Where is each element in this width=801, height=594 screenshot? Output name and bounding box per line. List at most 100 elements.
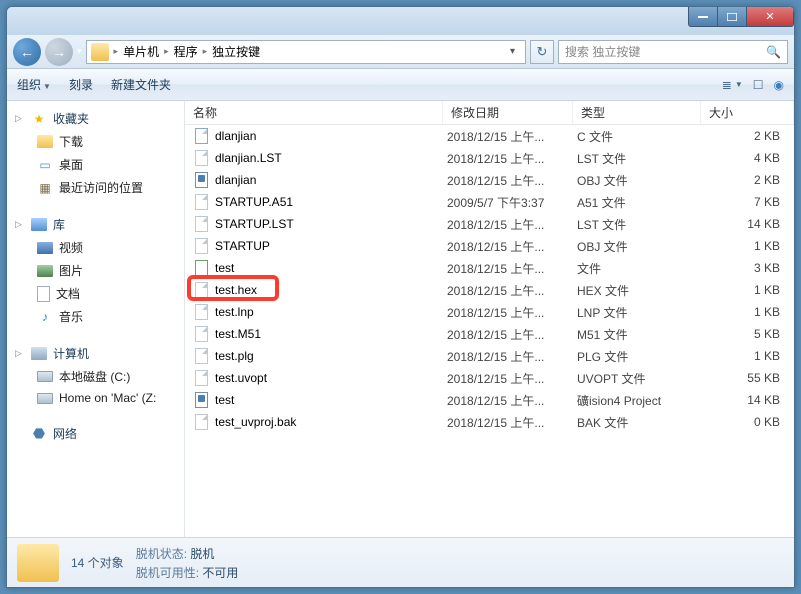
new-folder-button[interactable]: 新建文件夹 — [111, 76, 171, 93]
status-count: 14 个对象 — [71, 554, 124, 571]
sidebar-libraries-header[interactable]: ▷ 库 — [7, 213, 184, 236]
file-name: dlanjian.LST — [215, 151, 447, 165]
status-offline-state-label: 脱机状态: — [136, 547, 187, 561]
file-size: 1 KB — [705, 239, 794, 253]
collapse-icon: ▷ — [15, 348, 25, 359]
file-size: 2 KB — [705, 173, 794, 187]
search-placeholder: 搜索 独立按键 — [565, 43, 640, 60]
file-row[interactable]: dlanjian.LST2018/12/15 上午...LST 文件4 KB — [185, 147, 794, 169]
folder-icon — [37, 135, 53, 148]
file-list: dlanjian2018/12/15 上午...C 文件2 KBdlanjian… — [185, 125, 794, 537]
document-icon — [37, 286, 50, 302]
column-header-type[interactable]: 类型 — [573, 101, 701, 124]
file-row[interactable]: dlanjian2018/12/15 上午...OBJ 文件2 KB — [185, 169, 794, 191]
file-row[interactable]: test.plg2018/12/15 上午...PLG 文件1 KB — [185, 345, 794, 367]
organize-menu[interactable]: 组织▼ — [17, 76, 51, 93]
file-type: OBJ 文件 — [577, 172, 705, 189]
file-type: LST 文件 — [577, 216, 705, 233]
file-size: 2 KB — [705, 129, 794, 143]
file-row[interactable]: STARTUP.A512009/5/7 下午3:37A51 文件7 KB — [185, 191, 794, 213]
breadcrumb-part[interactable]: 单片机 — [119, 43, 163, 60]
refresh-button[interactable]: ↻ — [530, 40, 554, 64]
sidebar-item-music[interactable]: ♪音乐 — [7, 305, 184, 328]
breadcrumb-part[interactable]: 独立按键 — [208, 43, 264, 60]
file-type: A51 文件 — [577, 194, 705, 211]
toolbar: 组织▼ 刻录 新建文件夹 ≣ ▼ ☐ ◉ — [7, 69, 794, 101]
sidebar-computer-header[interactable]: ▷ 计算机 — [7, 342, 184, 365]
column-header-date[interactable]: 修改日期 — [443, 101, 573, 124]
sidebar-item-videos[interactable]: 视频 — [7, 236, 184, 259]
sidebar-item-pictures[interactable]: 图片 — [7, 259, 184, 282]
file-name: STARTUP — [215, 239, 447, 253]
file-name: test — [215, 393, 447, 407]
file-icon — [193, 238, 209, 254]
forward-button[interactable]: → — [45, 38, 73, 66]
burn-button[interactable]: 刻录 — [69, 76, 93, 93]
breadcrumb-part[interactable]: 程序 — [170, 43, 202, 60]
sidebar-item-local-disk[interactable]: 本地磁盘 (C:) — [7, 365, 184, 388]
recent-icon: ▦ — [37, 180, 53, 196]
collapse-icon: ▷ — [15, 219, 25, 230]
sidebar-item-documents[interactable]: 文档 — [7, 282, 184, 305]
back-button[interactable]: ← — [13, 38, 41, 66]
file-row[interactable]: test.lnp2018/12/15 上午...LNP 文件1 KB — [185, 301, 794, 323]
sidebar-favorites-header[interactable]: ▷ ★ 收藏夹 — [7, 107, 184, 130]
file-icon — [193, 304, 209, 320]
file-type: BAK 文件 — [577, 414, 705, 431]
file-row[interactable]: test.uvopt2018/12/15 上午...UVOPT 文件55 KB — [185, 367, 794, 389]
body: ▷ ★ 收藏夹 下载 ▭桌面 ▦最近访问的位置 ▷ 库 视频 图片 文档 ♪音乐… — [7, 101, 794, 537]
file-type: HEX 文件 — [577, 282, 705, 299]
file-size: 7 KB — [705, 195, 794, 209]
folder-large-icon — [17, 544, 59, 582]
titlebar: ✕ — [7, 7, 794, 35]
file-date: 2018/12/15 上午... — [447, 304, 577, 321]
file-date: 2018/12/15 上午... — [447, 260, 577, 277]
file-icon — [193, 282, 209, 298]
file-row[interactable]: test_uvproj.bak2018/12/15 上午...BAK 文件0 K… — [185, 411, 794, 433]
sidebar-network-header[interactable]: ⬣ 网络 — [7, 422, 184, 445]
file-row[interactable]: test2018/12/15 上午...礦ision4 Project14 KB — [185, 389, 794, 411]
file-icon — [193, 260, 209, 276]
file-date: 2018/12/15 上午... — [447, 326, 577, 343]
file-row[interactable]: STARTUP.LST2018/12/15 上午...LST 文件14 KB — [185, 213, 794, 235]
sidebar-item-mac-home[interactable]: Home on 'Mac' (Z: — [7, 388, 184, 408]
file-row[interactable]: test.M512018/12/15 上午...M51 文件5 KB — [185, 323, 794, 345]
file-date: 2018/12/15 上午... — [447, 370, 577, 387]
status-offline-avail-value: 不可用 — [202, 566, 238, 580]
star-icon: ★ — [31, 111, 47, 127]
file-type: PLG 文件 — [577, 348, 705, 365]
view-options-button[interactable]: ≣ ▼ — [722, 78, 743, 92]
maximize-button[interactable] — [717, 7, 747, 27]
file-date: 2018/12/15 上午... — [447, 128, 577, 145]
sidebar-item-downloads[interactable]: 下载 — [7, 130, 184, 153]
file-row[interactable]: dlanjian2018/12/15 上午...C 文件2 KB — [185, 125, 794, 147]
file-row[interactable]: test2018/12/15 上午...文件3 KB — [185, 257, 794, 279]
navbar: ← → ▾ ▸ 单片机 ▸ 程序 ▸ 独立按键 ▾ ↻ 搜索 独立按键 🔍 — [7, 35, 794, 69]
explorer-window: ✕ ← → ▾ ▸ 单片机 ▸ 程序 ▸ 独立按键 ▾ ↻ 搜索 独立按键 🔍 … — [6, 6, 795, 588]
file-name: test.plg — [215, 349, 447, 363]
history-dropdown-icon[interactable]: ▾ — [77, 46, 82, 57]
preview-pane-button[interactable]: ☐ — [753, 78, 764, 92]
column-header-name[interactable]: 名称 — [185, 101, 443, 124]
address-dropdown-icon[interactable]: ▾ — [504, 46, 521, 57]
close-button[interactable]: ✕ — [746, 7, 794, 27]
column-headers: 名称 修改日期 类型 大小 — [185, 101, 794, 125]
sidebar-item-desktop[interactable]: ▭桌面 — [7, 153, 184, 176]
file-type: LST 文件 — [577, 150, 705, 167]
sidebar-item-recent[interactable]: ▦最近访问的位置 — [7, 176, 184, 199]
file-type: M51 文件 — [577, 326, 705, 343]
video-icon — [37, 242, 53, 254]
network-icon: ⬣ — [31, 426, 47, 442]
column-header-size[interactable]: 大小 — [701, 101, 794, 124]
chevron-right-icon: ▸ — [164, 46, 169, 57]
file-row[interactable]: test.hex2018/12/15 上午...HEX 文件1 KB — [185, 279, 794, 301]
file-date: 2018/12/15 上午... — [447, 348, 577, 365]
file-row[interactable]: STARTUP2018/12/15 上午...OBJ 文件1 KB — [185, 235, 794, 257]
file-icon — [193, 348, 209, 364]
file-name: test.hex — [215, 283, 447, 297]
help-button[interactable]: ◉ — [774, 78, 784, 92]
folder-icon — [91, 43, 109, 61]
minimize-button[interactable] — [688, 7, 718, 27]
search-input[interactable]: 搜索 独立按键 🔍 — [558, 40, 788, 64]
address-bar[interactable]: ▸ 单片机 ▸ 程序 ▸ 独立按键 ▾ — [86, 40, 526, 64]
